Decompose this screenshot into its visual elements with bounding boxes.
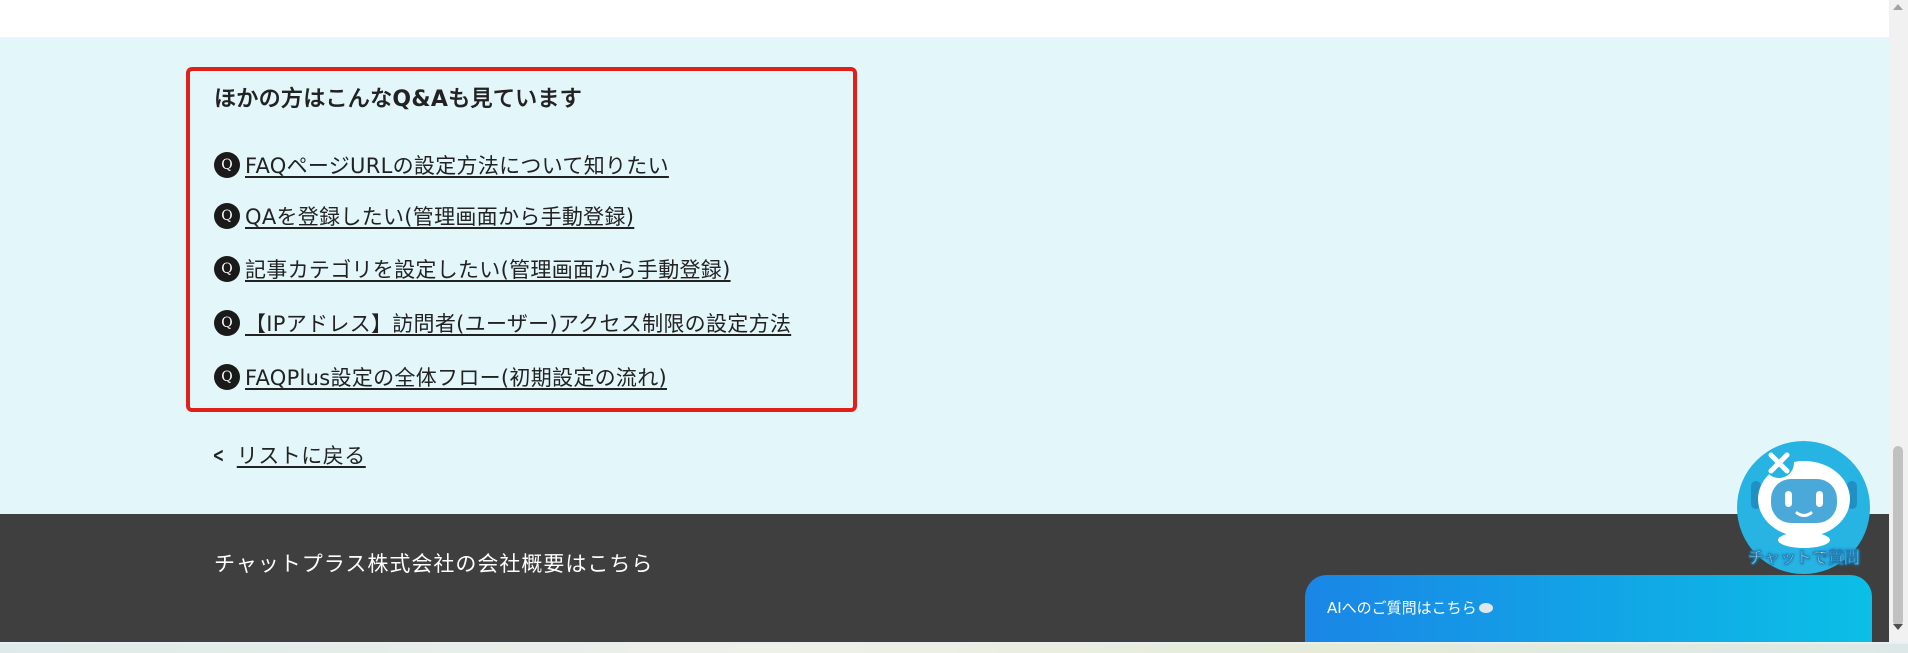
q-badge-icon: Q <box>214 310 240 336</box>
chat-bot-launcher[interactable]: チャットで質問 <box>1733 437 1875 577</box>
q-badge-icon: Q <box>214 364 240 390</box>
scroll-up-icon[interactable] <box>1893 4 1903 10</box>
taskbar-strip <box>0 644 1908 653</box>
chat-bar-label: AIへのご質問はこちら <box>1327 599 1477 617</box>
window-bottom-edge <box>0 642 1908 653</box>
related-qa-item[interactable]: Q 【IPアドレス】訪問者(ユーザー)アクセス制限の設定方法 <box>214 309 791 337</box>
q-badge-icon: Q <box>214 203 240 229</box>
ai-question-chat-bar[interactable]: AIへのご質問はこちら <box>1305 575 1872 642</box>
related-qa-link[interactable]: 【IPアドレス】訪問者(ユーザー)アクセス制限の設定方法 <box>245 308 791 338</box>
page-top-area <box>0 0 1889 37</box>
related-qa-link[interactable]: QAを登録したい(管理画面から手動登録) <box>245 201 634 231</box>
speech-bubble-icon <box>1478 602 1493 613</box>
company-overview-link[interactable]: チャットプラス株式会社の会社概要はこちら <box>214 548 653 578</box>
q-badge-icon: Q <box>214 152 240 178</box>
bot-launcher-label: チャットで質問 <box>1748 548 1860 567</box>
related-qa-item[interactable]: Q FAQページURLの設定方法について知りたい <box>214 151 669 179</box>
browser-viewport: ほかの方はこんなQ&Aも見ています Q FAQページURLの設定方法について知り… <box>0 0 1889 642</box>
related-qa-link[interactable]: FAQPlus設定の全体フロー(初期設定の流れ) <box>245 362 667 392</box>
chevron-left-icon: < <box>212 443 225 467</box>
scroll-down-icon[interactable] <box>1893 624 1903 630</box>
related-qa-item[interactable]: Q 記事カテゴリを設定したい(管理画面から手動登録) <box>214 255 731 283</box>
related-qa-link[interactable]: 記事カテゴリを設定したい(管理画面から手動登録) <box>245 254 731 284</box>
related-qa-heading: ほかの方はこんなQ&Aも見ています <box>214 87 583 112</box>
related-qa-highlight-frame <box>186 67 857 412</box>
close-icon[interactable] <box>1762 446 1796 480</box>
related-qa-item[interactable]: Q QAを登録したい(管理画面から手動登録) <box>214 202 634 230</box>
back-to-list-link[interactable]: < リストに戻る <box>210 440 366 470</box>
scrollbar-thumb[interactable] <box>1893 446 1903 626</box>
back-to-list-label[interactable]: リストに戻る <box>237 440 366 470</box>
related-qa-item[interactable]: Q FAQPlus設定の全体フロー(初期設定の流れ) <box>214 363 667 391</box>
related-qa-link[interactable]: FAQページURLの設定方法について知りたい <box>245 150 669 180</box>
chat-bar-text: AIへのご質問はこちら <box>1327 597 1493 618</box>
q-badge-icon: Q <box>214 256 240 282</box>
